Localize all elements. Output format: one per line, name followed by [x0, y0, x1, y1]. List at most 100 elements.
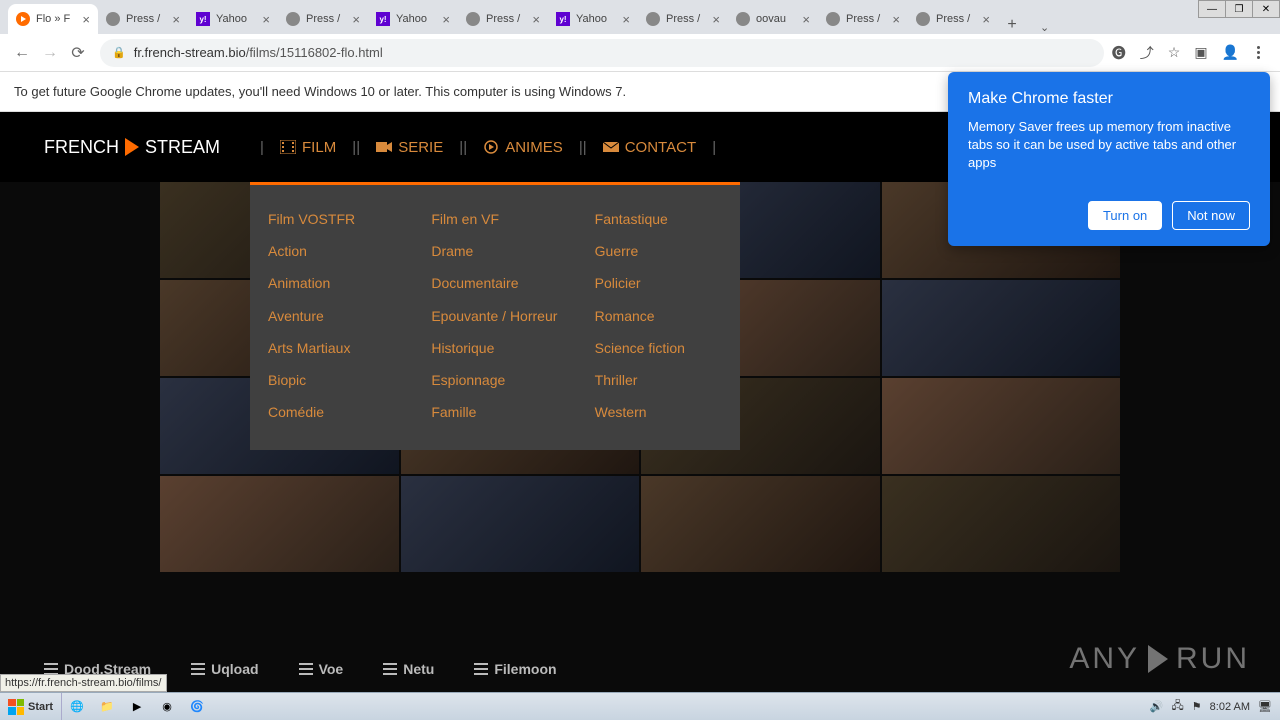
dropdown-genre-link[interactable]: Romance — [595, 300, 722, 332]
taskbar-chrome-icon[interactable]: ◉ — [152, 693, 182, 720]
logo-left: FRENCH — [44, 137, 119, 158]
dropdown-genre-link[interactable]: Historique — [431, 332, 558, 364]
tab-label: Press / — [306, 13, 348, 25]
yahoo-favicon-icon: y! — [556, 12, 570, 26]
yahoo-favicon-icon: y! — [196, 12, 210, 26]
maximize-button[interactable]: ❐ — [1225, 0, 1253, 18]
translate-icon[interactable]: 🅖 — [1112, 43, 1126, 63]
profile-icon[interactable]: 👤 — [1222, 44, 1239, 61]
film-icon — [280, 140, 296, 154]
stream-source-tab[interactable]: Uqload — [191, 661, 258, 677]
list-icon — [191, 663, 205, 675]
dropdown-genre-link[interactable]: Guerre — [595, 235, 722, 267]
minimize-button[interactable]: — — [1198, 0, 1226, 18]
nav-film[interactable]: |FILM| — [260, 112, 356, 182]
bookmark-star-icon[interactable]: ☆ — [1168, 44, 1181, 61]
tray-network-icon[interactable]: 🖧 — [1172, 697, 1184, 716]
list-icon — [383, 663, 397, 675]
nav-animes[interactable]: |ANIMES| — [463, 112, 583, 182]
dropdown-genre-link[interactable]: Film VOSTFR — [268, 203, 395, 235]
taskbar-edge-icon[interactable]: 🌀 — [182, 693, 212, 720]
dropdown-genre-link[interactable]: Science fiction — [595, 332, 722, 364]
tab-label: Press / — [666, 13, 708, 25]
tab-close-icon[interactable]: × — [892, 12, 900, 27]
address-field[interactable]: 🔒 fr.french-stream.bio/films/15116802-fl… — [100, 39, 1104, 67]
banner-text: To get future Google Chrome updates, you… — [14, 84, 626, 99]
grey-favicon-icon — [916, 12, 930, 26]
tab-close-icon[interactable]: × — [172, 12, 180, 27]
stream-source-tab[interactable]: Netu — [383, 661, 434, 677]
browser-tab[interactable]: Press /× — [818, 4, 908, 34]
browser-tab[interactable]: Press / × — [458, 4, 548, 34]
tray-clock[interactable]: 8:02 AM — [1210, 701, 1250, 713]
not-now-button[interactable]: Not now — [1172, 201, 1250, 230]
dropdown-genre-link[interactable]: Film en VF — [431, 203, 558, 235]
close-window-button[interactable]: ✕ — [1252, 0, 1280, 18]
dropdown-genre-link[interactable]: Aventure — [268, 300, 395, 332]
side-panel-icon[interactable]: ▣ — [1194, 44, 1207, 61]
taskbar-explorer-icon[interactable]: 📁 — [92, 693, 122, 720]
grey-favicon-icon — [106, 12, 120, 26]
browser-tab[interactable]: Press / × — [278, 4, 368, 34]
turn-on-button[interactable]: Turn on — [1088, 201, 1162, 230]
nav-serie[interactable]: |SERIE| — [356, 112, 463, 182]
browser-tab[interactable]: Press /× — [98, 4, 188, 34]
tab-close-icon[interactable]: × — [352, 12, 360, 27]
dropdown-genre-link[interactable]: Thriller — [595, 364, 722, 396]
taskbar-ie-icon[interactable]: 🌐 — [62, 693, 92, 720]
browser-tab[interactable]: y!Yahoo× — [368, 4, 458, 34]
tab-close-icon[interactable]: × — [82, 12, 90, 27]
dropdown-genre-link[interactable]: Policier — [595, 267, 722, 299]
new-tab-button[interactable]: + — [998, 16, 1026, 34]
camera-icon — [376, 140, 392, 154]
tab-close-icon[interactable]: × — [532, 12, 540, 27]
taskbar-media-icon[interactable]: ▶ — [122, 693, 152, 720]
browser-tab[interactable]: oovau× — [728, 4, 818, 34]
dropdown-genre-link[interactable]: Epouvante / Horreur — [431, 300, 558, 332]
popup-body: Memory Saver frees up memory from inacti… — [968, 118, 1250, 173]
envelope-icon — [603, 140, 619, 154]
tab-label: Yahoo — [396, 13, 438, 25]
dropdown-genre-link[interactable]: Famille — [431, 396, 558, 428]
reload-button[interactable]: ⟳ — [64, 39, 92, 67]
share-icon[interactable]: ⤴ — [1140, 43, 1154, 63]
tab-strip: Flo » F×Press /×y!Yahoo×Press /×y!Yahoo×… — [0, 0, 1280, 34]
stream-source-tab[interactable]: Voe — [299, 661, 344, 677]
dropdown-genre-link[interactable]: Fantastique — [595, 203, 722, 235]
stream-source-tab[interactable]: Filemoon — [474, 661, 556, 677]
anyrun-watermark: ANYRUN — [1069, 642, 1250, 676]
menu-dots-icon[interactable] — [1253, 42, 1264, 63]
dropdown-genre-link[interactable]: Action — [268, 235, 395, 267]
tab-close-icon[interactable]: × — [622, 12, 630, 27]
tab-close-icon[interactable]: × — [802, 12, 810, 27]
grey-favicon-icon — [736, 12, 750, 26]
browser-tab[interactable]: Flo » F× — [8, 4, 98, 34]
tab-close-icon[interactable]: × — [712, 12, 720, 27]
dropdown-genre-link[interactable]: Animation — [268, 267, 395, 299]
browser-tab[interactable]: y!Yahoo× — [548, 4, 638, 34]
dropdown-genre-link[interactable]: Arts Martiaux — [268, 332, 395, 364]
tray-monitor-icon[interactable]: 🖥 — [1258, 700, 1272, 713]
browser-tab[interactable]: Press / × — [638, 4, 728, 34]
dropdown-genre-link[interactable]: Documentaire — [431, 267, 558, 299]
start-button[interactable]: Start — [0, 693, 62, 720]
dropdown-genre-link[interactable]: Espionnage — [431, 364, 558, 396]
tab-close-icon[interactable]: × — [442, 12, 450, 27]
tab-label: Press / — [486, 13, 528, 25]
tab-close-icon[interactable]: × — [262, 12, 270, 27]
tray-flag-icon[interactable]: ⚑ — [1192, 700, 1202, 713]
dropdown-genre-link[interactable]: Comédie — [268, 396, 395, 428]
dropdown-genre-link[interactable]: Drame — [431, 235, 558, 267]
nav-contact[interactable]: |CONTACT| — [583, 112, 716, 182]
forward-button[interactable]: → — [36, 39, 64, 67]
system-tray: 🔊 🖧 ⚑ 8:02 AM 🖥 — [1142, 697, 1280, 716]
tray-volume-icon[interactable]: 🔊 — [1150, 700, 1164, 713]
tab-close-icon[interactable]: × — [982, 12, 990, 27]
dropdown-genre-link[interactable]: Western — [595, 396, 722, 428]
site-logo[interactable]: FRENCH STREAM — [44, 137, 220, 158]
tab-list-dropdown[interactable]: ⌄ — [1034, 21, 1055, 34]
browser-tab[interactable]: Press /× — [908, 4, 998, 34]
dropdown-genre-link[interactable]: Biopic — [268, 364, 395, 396]
back-button[interactable]: ← — [8, 39, 36, 67]
browser-tab[interactable]: y!Yahoo× — [188, 4, 278, 34]
